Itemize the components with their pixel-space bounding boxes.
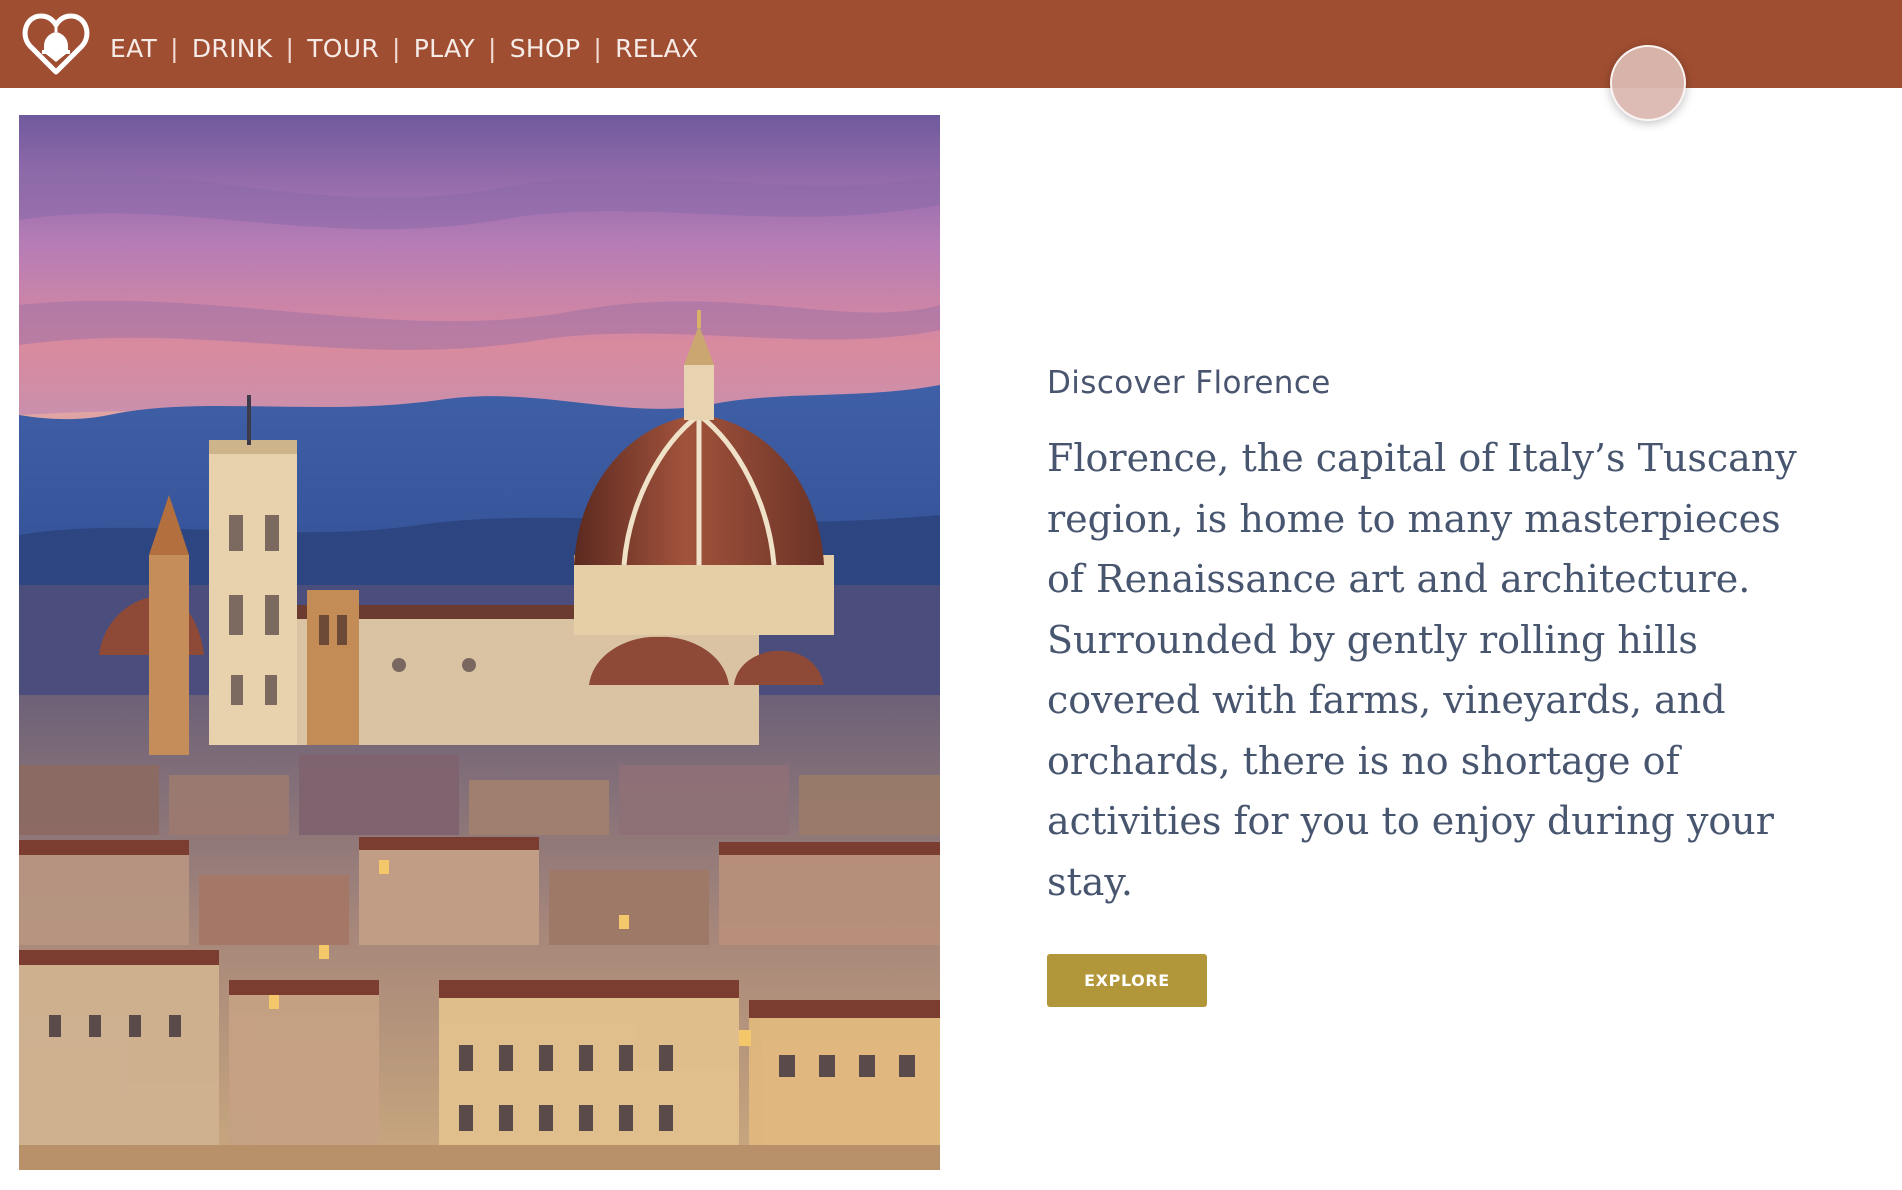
nav-item-relax[interactable]: RELAX [615,34,698,63]
explore-button[interactable]: EXPLORE [1047,954,1207,1007]
nav-item-eat[interactable]: EAT [110,34,157,63]
section-eyebrow: Discover Florence [1047,365,1331,401]
nav-item-drink[interactable]: DRINK [192,34,273,63]
nav-item-play[interactable]: PLAY [414,34,475,63]
nav-separator: | [487,33,497,63]
nav-separator: | [392,33,401,63]
page: EAT | DRINK | TOUR | PLAY | SHOP | RELAX [0,0,1902,1190]
main-nav: EAT | DRINK | TOUR | PLAY | SHOP | RELAX [110,0,698,96]
nav-separator: | [285,33,295,63]
heart-dome-logo-icon[interactable] [22,10,90,78]
nav-item-tour[interactable]: TOUR [307,34,379,63]
nav-item-shop[interactable]: SHOP [510,34,581,63]
section-description: Florence, the capital of Italy’s Tuscany… [1047,436,1797,904]
discover-section: Discover Florence Florence, the capital … [1047,365,1847,1007]
nav-separator: | [593,33,603,63]
nav-separator: | [170,33,179,63]
cursor-indicator [1610,45,1686,121]
florence-cathedral-photo [19,115,940,1170]
